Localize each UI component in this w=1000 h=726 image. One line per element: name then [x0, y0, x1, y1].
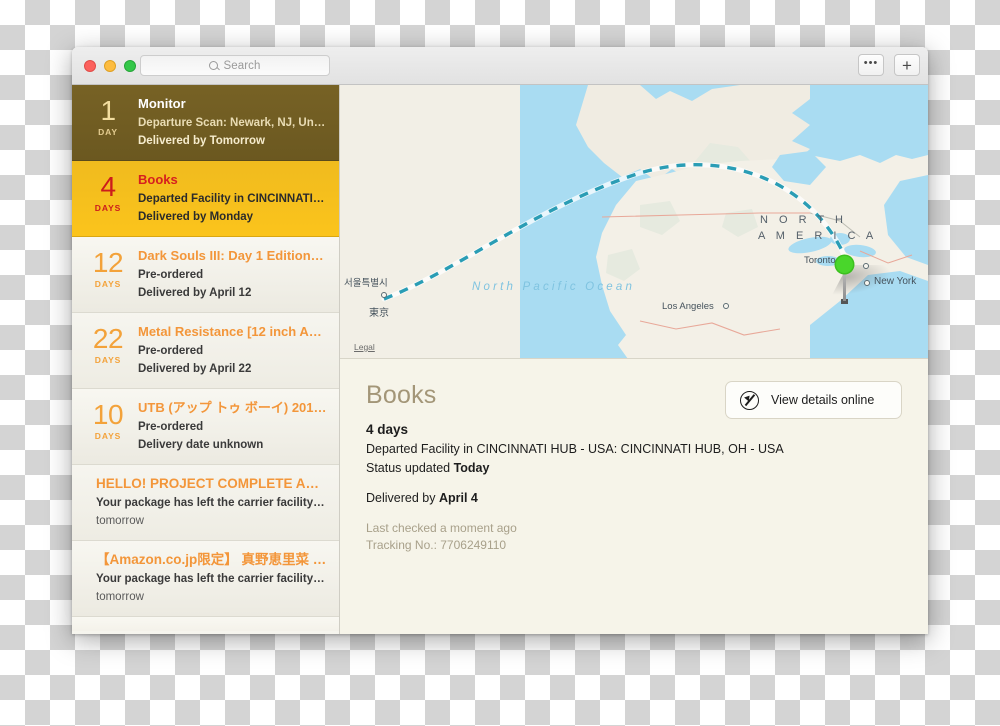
pin-stem — [843, 271, 846, 301]
list-item-delivery: Delivered by Tomorrow — [138, 135, 265, 147]
detail-updated: Status updated Today — [366, 461, 902, 475]
day-count-number: 1 — [100, 95, 116, 126]
city-dot-tokyo — [381, 292, 387, 298]
city-dot-los-angeles — [723, 303, 729, 309]
list-item-title: Monitor — [138, 96, 186, 111]
search-icon — [209, 61, 219, 70]
day-counter: 4 DAYS — [84, 171, 132, 225]
package-detail: Books 4 days Departed Facility in CINCIN… — [340, 359, 928, 634]
search-input[interactable]: Search — [140, 55, 330, 76]
day-count-number: 22 — [92, 323, 124, 354]
list-item-title: 【Amazon.co.jp限定】 真野恵里菜 スケ… — [96, 552, 327, 567]
list-item[interactable]: 【Amazon.co.jp限定】 真野恵里菜 スケ… Your package … — [72, 541, 339, 617]
day-counter: 22 DAYS — [84, 323, 132, 377]
day-count-number: 10 — [92, 399, 124, 430]
maximize-window-button[interactable] — [124, 60, 136, 72]
city-dot-new-york — [864, 280, 870, 286]
detail-updated-value: Today — [453, 461, 490, 475]
list-item[interactable]: 1 DAY Monitor Departure Scan: Newark, NJ… — [72, 85, 339, 161]
list-item[interactable]: 12 DAYS Dark Souls III: Day 1 Edition -…… — [72, 237, 339, 313]
list-item-status: Your package has left the carrier facili… — [96, 497, 327, 509]
detail-delivered-prefix: Delivered by — [366, 491, 439, 505]
map-label-los-angeles: Los Angeles — [662, 301, 714, 312]
day-count-label: DAYS — [94, 203, 122, 213]
map-label-tokyo: 東京 — [369, 308, 389, 319]
window-content: 1 DAY Monitor Departure Scan: Newark, NJ… — [72, 85, 928, 634]
list-item-delivery: Delivered by Monday — [138, 211, 254, 223]
map-legal-link[interactable]: Legal — [354, 342, 375, 352]
add-package-button[interactable]: + — [894, 54, 920, 76]
map-label-ocean: North Pacific Ocean — [472, 281, 636, 293]
city-dot-toronto — [863, 263, 869, 269]
list-item-title: HELLO! PROJECT COMPLETE ALBU… — [96, 476, 327, 491]
list-item-delivery: tomorrow — [96, 591, 144, 603]
map-label-seoul: 서울특별시 — [344, 278, 388, 289]
day-counter: 12 DAYS — [84, 247, 132, 301]
list-item-status: Departed Facility in CINCINNATI HUB -… — [138, 193, 327, 205]
detail-delivered-value: April 4 — [438, 491, 478, 505]
list-item-status: Pre-ordered — [138, 269, 204, 281]
list-item-delivery: Delivered by April 12 — [138, 287, 252, 299]
traffic-light-group — [84, 60, 136, 72]
list-item-title: Dark Souls III: Day 1 Edition -… — [138, 248, 327, 263]
detail-last-checked: Last checked a moment ago — [366, 521, 517, 535]
view-details-online-label: View details online — [771, 393, 875, 407]
day-count-number: 12 — [92, 247, 124, 278]
detail-pane: North Pacific Ocean N O R T H A M E R I … — [340, 85, 928, 634]
day-count-label: DAYS — [94, 279, 122, 289]
detail-tracking-number: Tracking No.: 7706249110 — [366, 538, 507, 552]
list-item[interactable]: 4 DAYS Books Departed Facility in CINCIN… — [72, 161, 339, 237]
list-item-partial[interactable] — [72, 617, 339, 631]
detail-delivered: Delivered by April 4 — [366, 491, 902, 505]
list-item-status: Pre-ordered — [138, 421, 204, 433]
day-count-label: DAY — [98, 127, 118, 137]
map-label-new-york: New York — [874, 276, 917, 287]
shipment-map[interactable]: North Pacific Ocean N O R T H A M E R I … — [340, 85, 928, 359]
detail-status: Departed Facility in CINCINNATI HUB - US… — [366, 442, 784, 456]
list-item-delivery: Delivery date unknown — [138, 439, 264, 451]
day-counter: 1 DAY — [84, 95, 132, 149]
day-count-number: 4 — [100, 171, 116, 202]
current-location-pin[interactable] — [836, 256, 853, 273]
package-list-sidebar[interactable]: 1 DAY Monitor Departure Scan: Newark, NJ… — [72, 85, 340, 634]
list-item[interactable]: 10 DAYS UTB (アップ トゥ ボーイ) 2016… Pre-order… — [72, 389, 339, 465]
app-window: Search ••• + 1 DAY Monitor Departure Sca… — [72, 47, 928, 634]
list-item-status: Pre-ordered — [138, 345, 204, 357]
detail-days: 4 days — [366, 422, 409, 437]
list-item-title: Metal Resistance [12 inch An… — [138, 324, 327, 339]
list-item-delivery: Delivered by April 22 — [138, 363, 252, 375]
map-label-continent-line1: N O R T H — [760, 214, 847, 226]
minimize-window-button[interactable] — [104, 60, 116, 72]
list-item-status: Your package has left the carrier facili… — [96, 573, 327, 585]
window-titlebar: Search ••• + — [72, 47, 928, 85]
compass-icon — [740, 390, 759, 410]
day-count-label: DAYS — [94, 431, 122, 441]
list-item-title: UTB (アップ トゥ ボーイ) 2016… — [138, 400, 327, 415]
map-label-toronto: Toronto — [804, 255, 836, 266]
view-details-online-button[interactable]: View details online — [725, 381, 902, 419]
map-label-continent-line2: A M E R I C A — [758, 230, 878, 242]
day-count-label: DAYS — [94, 355, 122, 365]
list-item[interactable]: HELLO! PROJECT COMPLETE ALBU… Your packa… — [72, 465, 339, 541]
list-item-status: Departure Scan: Newark, NJ, United St… — [138, 117, 327, 129]
list-item-title: Books — [138, 172, 178, 187]
search-placeholder: Search — [223, 59, 261, 72]
more-options-button[interactable]: ••• — [858, 54, 884, 76]
list-item[interactable]: 22 DAYS Metal Resistance [12 inch An… Pr… — [72, 313, 339, 389]
day-counter: 10 DAYS — [84, 399, 132, 453]
close-window-button[interactable] — [84, 60, 96, 72]
list-item-delivery: tomorrow — [96, 515, 144, 527]
detail-updated-prefix: Status updated — [366, 461, 454, 475]
